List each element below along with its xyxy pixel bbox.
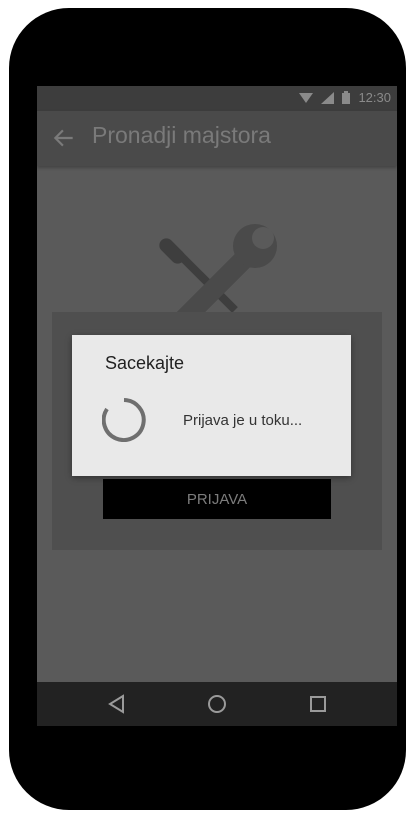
prijava-button[interactable]: PRIJAVA	[103, 479, 331, 519]
battery-icon	[342, 91, 351, 104]
status-bar: 12:30	[37, 86, 397, 111]
recents-square-icon[interactable]	[308, 694, 328, 714]
screen: 12:30 Pronadji majstora PRIJAVA Sacekajt…	[37, 86, 397, 726]
signal-icon	[321, 91, 335, 104]
back-arrow-icon[interactable]	[51, 125, 77, 151]
navigation-bar	[37, 682, 397, 726]
loading-spinner-icon	[102, 398, 146, 442]
dialog-title: Sacekajte	[105, 353, 185, 373]
dialog-message: Prijava je u toku...	[183, 412, 303, 429]
progress-dialog: Sacekajte Prijava je u toku...	[72, 335, 351, 476]
home-circle-icon[interactable]	[207, 694, 227, 714]
back-triangle-icon[interactable]	[107, 694, 127, 714]
status-time: 12:30	[358, 90, 391, 105]
app-title: Pronadji majstora	[92, 122, 271, 148]
app-bar: Pronadji majstora	[37, 111, 397, 166]
wifi-icon	[299, 92, 314, 103]
phone-frame: 12:30 Pronadji majstora PRIJAVA Sacekajt…	[9, 8, 406, 810]
